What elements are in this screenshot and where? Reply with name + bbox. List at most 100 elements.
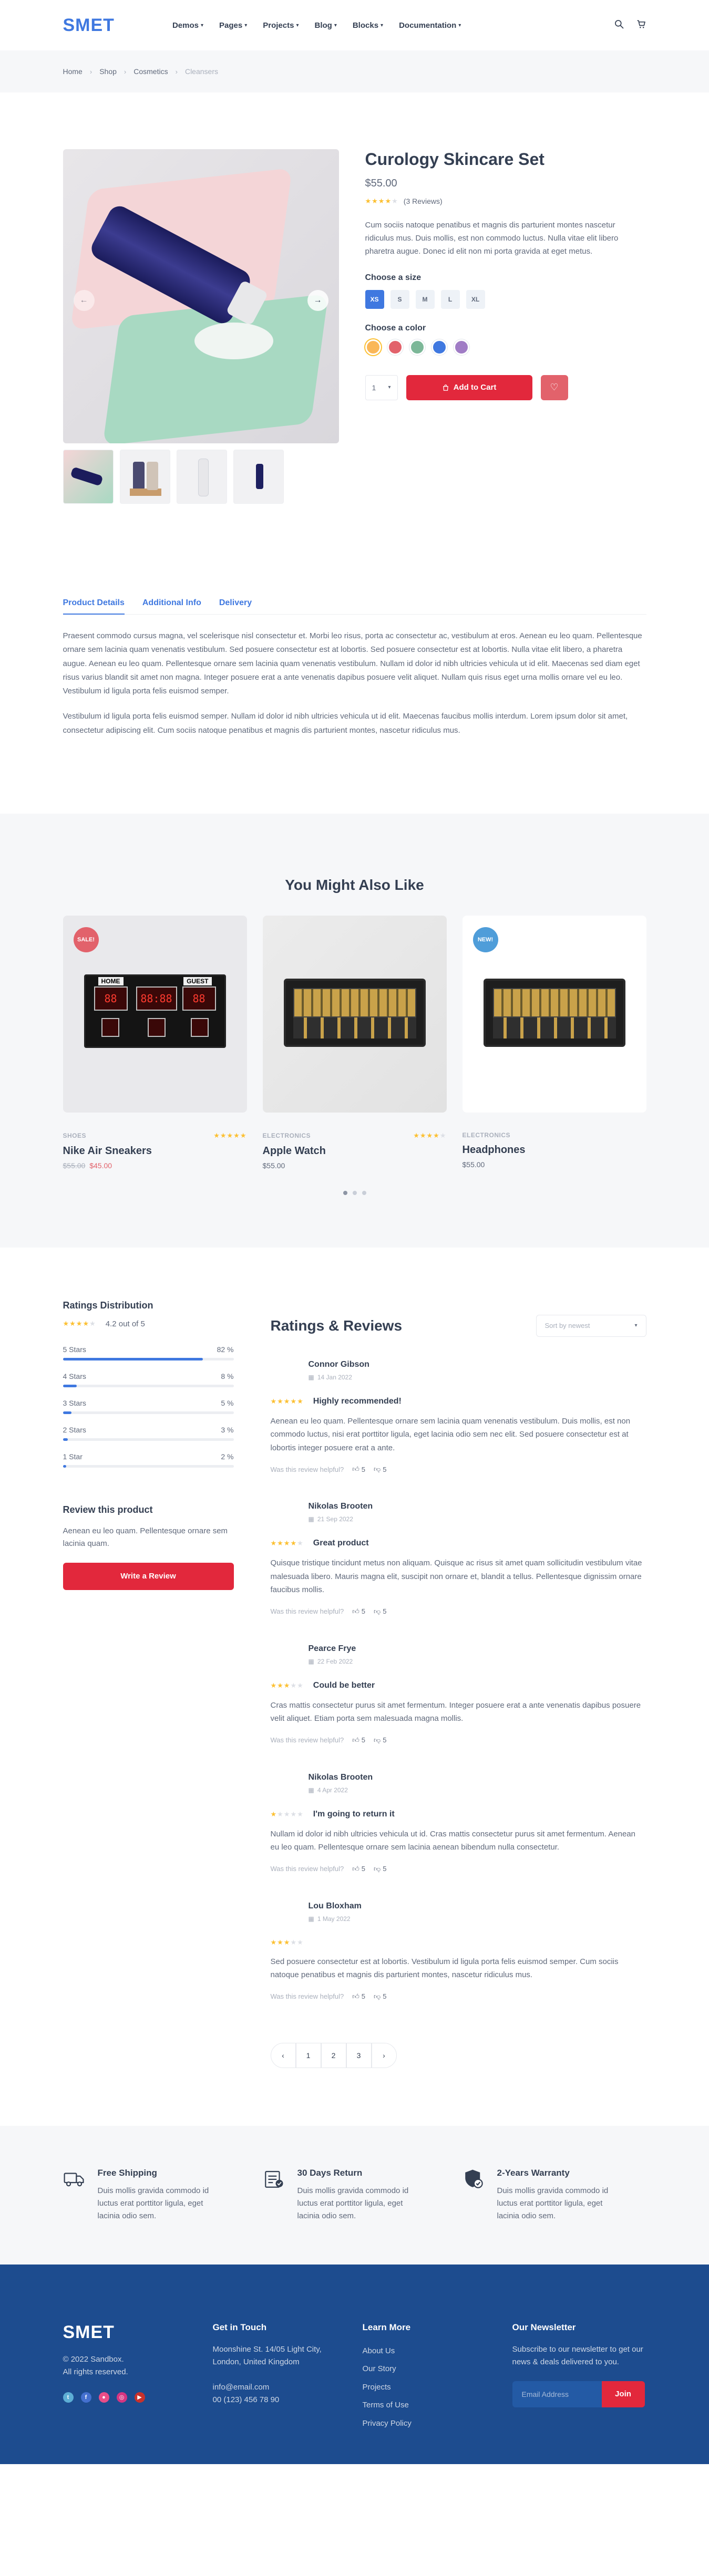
carousel-dot[interactable] <box>362 1190 366 1195</box>
nav-blocks[interactable]: Blocks ▾ <box>353 21 383 30</box>
thumbs-down-button[interactable]: 👎︎ 5 <box>374 1465 386 1473</box>
review-date-text: 22 Feb 2022 <box>317 1657 353 1665</box>
reviewer-name[interactable]: Connor Gibson <box>309 1360 369 1369</box>
color-option-red[interactable] <box>387 339 403 355</box>
page-next-button[interactable]: › <box>371 2042 397 2068</box>
thumbnail-4[interactable] <box>233 450 284 504</box>
sort-select[interactable]: Sort by newest ▾ <box>536 1314 646 1337</box>
thumbs-up-button[interactable]: 👍︎ 5 <box>352 1865 365 1873</box>
join-button[interactable]: Join <box>601 2381 645 2407</box>
color-option-purple[interactable] <box>453 339 469 355</box>
product-name[interactable]: Nike Air Sneakers <box>63 1145 247 1157</box>
write-review-button[interactable]: Write a Review <box>63 1562 234 1590</box>
review-body: Cras mattis consectetur purus sit amet f… <box>270 1700 641 1723</box>
next-slide-button[interactable]: → <box>307 290 328 311</box>
review-item: Nikolas Brooten ▦ 4 Apr 2022 ★★★★★ I'm going… <box>271 1773 646 1873</box>
product-card-image[interactable] <box>262 915 447 1113</box>
previous-slide-button[interactable]: ← <box>73 290 95 311</box>
breadcrumb-home[interactable]: Home <box>63 67 83 76</box>
size-option-xl[interactable]: XL <box>466 289 485 309</box>
color-option-blue[interactable] <box>431 339 447 355</box>
reviewer-name[interactable]: Pearce Frye <box>309 1644 356 1654</box>
newsletter-email-input[interactable] <box>512 2381 602 2407</box>
thumbnail-3[interactable] <box>176 450 227 504</box>
twitter-icon[interactable]: t <box>63 2392 74 2403</box>
reviewer-name[interactable]: Nikolas Brooten <box>309 1773 373 1782</box>
product-name[interactable]: Headphones <box>463 1144 646 1156</box>
nav-documentation[interactable]: Documentation ▾ <box>399 21 461 30</box>
thumbs-down-button[interactable]: 👎︎ 5 <box>374 1607 386 1616</box>
product-card-price: $55.00 $45.00 <box>63 1161 247 1170</box>
facebook-icon[interactable]: f <box>80 2392 91 2403</box>
thumbs-up-button[interactable]: 👍︎ 5 <box>352 1736 365 1744</box>
scoreboard-home-label: HOME <box>98 977 124 985</box>
page-1-button[interactable]: 1 <box>295 2042 321 2068</box>
nav-blog[interactable]: Blog ▾ <box>314 21 336 30</box>
cart-icon[interactable] <box>636 19 646 32</box>
thumbnail-1[interactable] <box>63 450 114 504</box>
reviewer-name[interactable]: Nikolas Brooten <box>309 1502 373 1511</box>
page-prev-button[interactable]: ‹ <box>270 2042 296 2068</box>
footer-link-story[interactable]: Our Story <box>363 2364 396 2373</box>
footer-link-about[interactable]: About Us <box>363 2346 395 2355</box>
footer-email[interactable]: info@email.com <box>213 2383 270 2392</box>
thumbs-up-button[interactable]: 👍︎ 5 <box>352 1992 365 2001</box>
review-heading: ★★★★★ Could be better <box>271 1681 646 1690</box>
color-option-yellow[interactable] <box>365 339 381 355</box>
thumbs-up-icon: 👍︎ <box>352 1736 359 1744</box>
product-card[interactable]: Electronics ★★★★★ Apple Watch $55.00 <box>262 915 447 1170</box>
tab-product-details[interactable]: Product Details <box>63 598 125 615</box>
instagram-icon[interactable]: ◎ <box>116 2392 127 2403</box>
nav-pages[interactable]: Pages ▾ <box>219 21 247 30</box>
review-date: ▦ 14 Jan 2022 <box>309 1374 369 1381</box>
carousel-dot[interactable] <box>343 1190 347 1195</box>
thumbs-down-button[interactable]: 👎︎ 5 <box>374 1865 386 1873</box>
rating-row-percent: 3 % <box>221 1425 234 1434</box>
thumbnail-2[interactable] <box>119 450 170 504</box>
scoreboard-image: HOME GUEST 88 88:88 88 <box>84 974 226 1048</box>
dribbble-icon[interactable]: ● <box>98 2392 109 2403</box>
reviews-link[interactable]: (3 Reviews) <box>404 197 443 205</box>
chevron-down-icon: ▾ <box>634 1323 638 1329</box>
wishlist-button[interactable]: ♡ <box>540 375 568 400</box>
chevron-down-icon: ▾ <box>244 22 248 28</box>
product-card[interactable]: NEW! Electronics Headphones $55.00 <box>462 915 646 1170</box>
youtube-icon[interactable]: ▶ <box>134 2392 145 2403</box>
page-2-button[interactable]: 2 <box>321 2042 346 2068</box>
product-name[interactable]: Apple Watch <box>263 1145 447 1157</box>
calendar-icon: ▦ <box>308 1786 314 1794</box>
breadcrumb: Home › Shop › Cosmetics › Cleansers <box>63 67 646 76</box>
product-card-image[interactable]: NEW! <box>462 915 646 1113</box>
search-icon[interactable] <box>614 19 624 32</box>
carousel-dot[interactable] <box>352 1190 357 1195</box>
quantity-select[interactable]: 1 ▾ <box>365 375 398 400</box>
color-option-green[interactable] <box>409 339 425 355</box>
footer-logo[interactable]: SMET <box>63 2322 197 2343</box>
size-option-m[interactable]: M <box>415 289 435 309</box>
reviewer-name[interactable]: Lou Bloxham <box>309 1902 362 1911</box>
size-option-l[interactable]: L <box>440 289 460 309</box>
thumbs-down-button[interactable]: 👎︎ 5 <box>374 1992 386 2001</box>
nav-demos[interactable]: Demos ▾ <box>172 21 203 30</box>
tab-delivery[interactable]: Delivery <box>219 598 252 614</box>
product-main-image: ← → <box>63 149 339 443</box>
helpful-label: Was this review helpful? <box>270 1607 344 1616</box>
product-card[interactable]: SALE! HOME GUEST 88 88:88 88 Shoes ★★★★★… <box>63 915 247 1170</box>
footer-link-projects[interactable]: Projects <box>363 2383 391 2392</box>
size-option-s[interactable]: S <box>390 289 409 309</box>
product-card-image[interactable]: SALE! HOME GUEST 88 88:88 88 <box>63 915 247 1113</box>
thumbs-up-button[interactable]: 👍︎ 5 <box>352 1607 365 1616</box>
breadcrumb-shop[interactable]: Shop <box>99 67 117 76</box>
add-to-cart-button[interactable]: Add to Cart <box>406 375 532 400</box>
nav-projects[interactable]: Projects ▾ <box>263 21 299 30</box>
thumbs-up-button[interactable]: 👍︎ 5 <box>352 1465 365 1473</box>
thumbs-down-button[interactable]: 👎︎ 5 <box>374 1736 386 1744</box>
footer-link-privacy[interactable]: Privacy Policy <box>363 2419 412 2428</box>
breadcrumb-cosmetics[interactable]: Cosmetics <box>133 67 168 76</box>
tab-additional-info[interactable]: Additional Info <box>142 598 201 614</box>
tab-paragraph: Vestibulum id ligula porta felis euismod… <box>63 712 628 735</box>
site-logo[interactable]: SMET <box>63 15 115 36</box>
footer-link-terms[interactable]: Terms of Use <box>363 2401 409 2409</box>
page-3-button[interactable]: 3 <box>346 2042 372 2068</box>
size-option-xs[interactable]: XS <box>365 289 384 309</box>
